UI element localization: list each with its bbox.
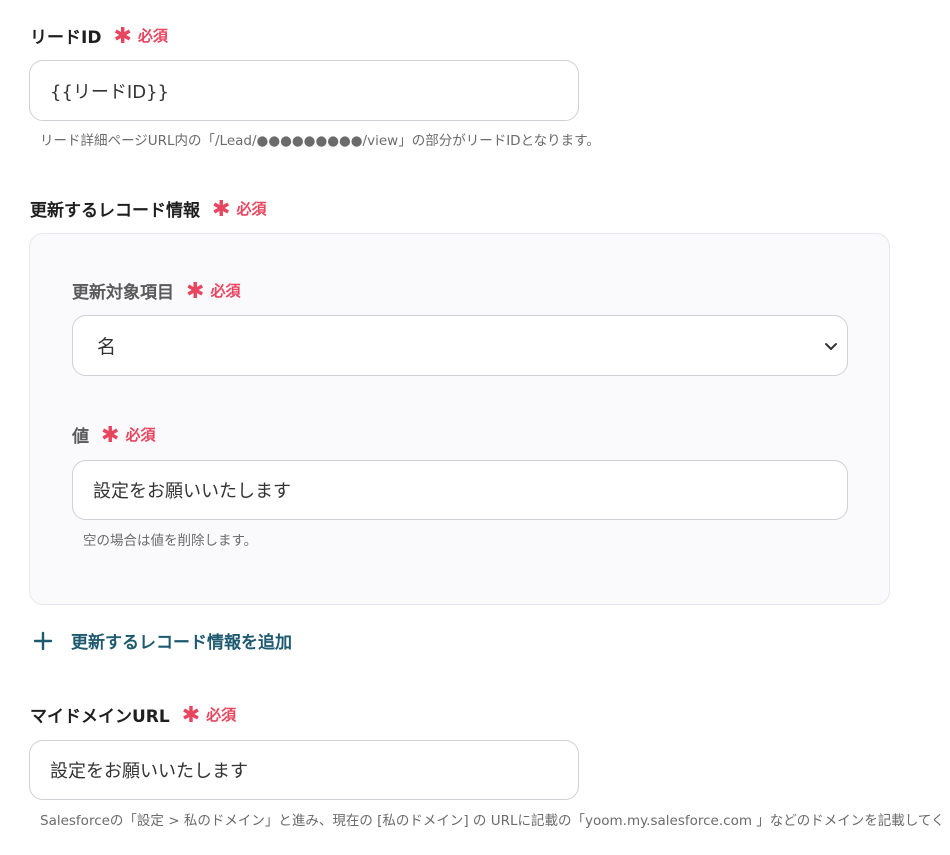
plus-icon — [33, 631, 53, 650]
required-text: 必須 — [125, 426, 156, 444]
domain-url-input[interactable] — [29, 740, 579, 800]
asterisk-icon: ✱ — [186, 278, 205, 304]
chevron-down-icon — [825, 342, 837, 350]
required-text: 必須 — [210, 282, 241, 300]
required-text: 必須 — [206, 706, 237, 724]
asterisk-icon: ✱ — [113, 23, 132, 49]
required-text: 必須 — [236, 200, 267, 218]
lead-id-label: リードID ✱ 必須 — [30, 23, 168, 48]
record-info-label-text: 更新するレコード情報 — [30, 201, 200, 221]
target-field-select[interactable]: 名 — [72, 315, 848, 376]
domain-url-hint: Salesforceの「設定 > 私のドメイン」と進み、現在の [私のドメイン]… — [40, 813, 945, 829]
lead-id-hint: リード詳細ページURL内の「/Lead/●●●●●●●●●/view」の部分がリ… — [40, 133, 600, 149]
asterisk-icon: ✱ — [181, 702, 201, 728]
required-text: 必須 — [137, 27, 168, 45]
required-badge: ✱ 必須 — [212, 198, 266, 220]
asterisk-icon: ✱ — [101, 422, 120, 448]
lead-id-label-text: リードID — [30, 28, 102, 48]
asterisk-icon: ✱ — [212, 196, 231, 222]
required-badge: ✱ 必須 — [101, 424, 155, 446]
lead-id-input[interactable] — [29, 60, 579, 121]
value-field-label: 値 ✱ 必須 — [72, 422, 155, 447]
required-badge: ✱ 必須 — [186, 280, 240, 302]
add-record-info-text: 更新するレコード情報を追加 — [71, 633, 292, 653]
required-badge: ✱ 必須 — [182, 704, 236, 726]
value-input[interactable] — [72, 460, 848, 520]
required-badge: ✱ 必須 — [113, 25, 167, 47]
value-field-label-text: 値 — [72, 427, 89, 447]
record-info-label: 更新するレコード情報 ✱ 必須 — [30, 196, 266, 221]
target-field-selected-value: 名 — [97, 336, 117, 358]
domain-url-label: マイドメインURL ✱ 必須 — [30, 702, 236, 727]
target-field-label: 更新対象項目 ✱ 必須 — [72, 278, 240, 303]
add-record-info-button[interactable]: 更新するレコード情報を追加 — [33, 628, 292, 653]
value-hint: 空の場合は値を削除します。 — [83, 533, 258, 549]
form-page: リードID ✱ 必須 リード詳細ページURL内の「/Lead/●●●●●●●●●… — [0, 0, 950, 855]
domain-url-label-text: マイドメインURL — [30, 707, 170, 727]
target-field-label-text: 更新対象項目 — [72, 283, 174, 303]
